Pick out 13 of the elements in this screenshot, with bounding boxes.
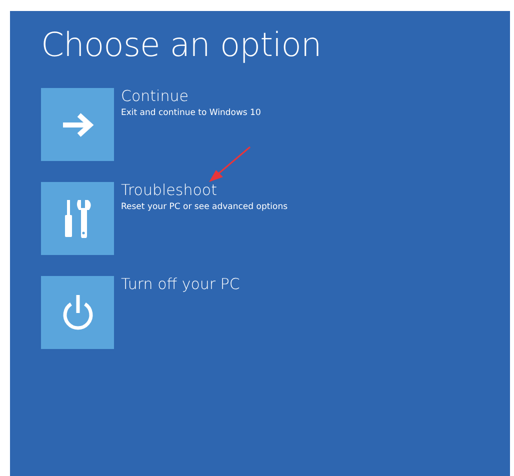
option-tile[interactable]: [41, 88, 114, 161]
pointer-arrow-icon: [208, 146, 252, 184]
power-icon: [60, 294, 94, 332]
option-tile[interactable]: [41, 276, 114, 349]
right-arrow-icon: [60, 112, 94, 138]
option-description: Reset your PC or see advanced options: [121, 202, 288, 213]
option-title[interactable]: Troubleshoot: [121, 181, 288, 199]
tools-icon: [64, 200, 92, 238]
option-title[interactable]: Continue: [121, 87, 261, 105]
screen-title: Choose an option: [41, 25, 322, 65]
option-description: Exit and continue to Windows 10: [121, 108, 261, 119]
option-title[interactable]: Turn off your PC: [121, 275, 240, 293]
option-tile[interactable]: [41, 182, 114, 255]
